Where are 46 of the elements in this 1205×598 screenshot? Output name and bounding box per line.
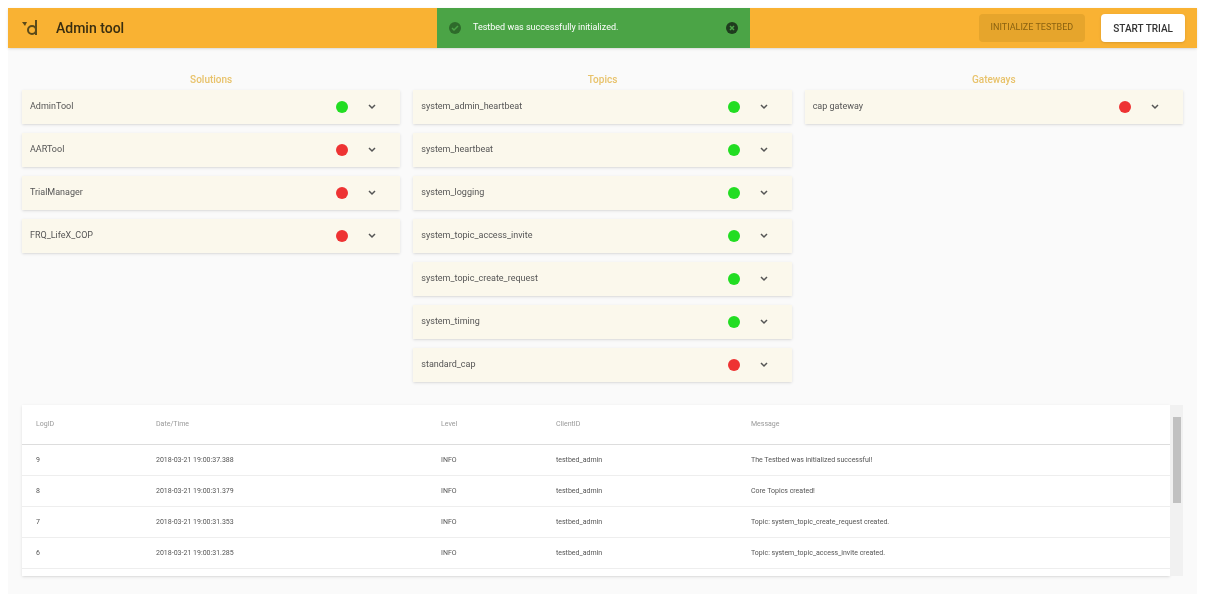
item-name: system_heartbeat [421,143,495,157]
item-name: FRQ_LifeX_COP [30,229,95,243]
check-circle-icon [449,22,461,34]
item-name: standard_cap [421,358,477,372]
item-name: TrialManager [30,186,84,200]
chevron-down-icon[interactable] [1151,104,1159,110]
chevron-down-icon[interactable] [759,233,768,239]
status-card[interactable]: cap gateway [804,90,1183,124]
status-card[interactable]: AARTool [22,133,401,167]
close-icon[interactable] [726,22,738,34]
item-name: system_topic_create_request [421,272,539,286]
status-card[interactable]: system_heartbeat [413,133,792,167]
item-name: AdminTool [30,100,75,114]
chevron-down-icon[interactable] [759,104,768,110]
item-name: system_timing [421,315,481,329]
scrollbar[interactable] [1170,405,1183,576]
chevron-down-icon[interactable] [759,276,768,282]
status-card[interactable]: AdminTool [22,90,401,124]
status-card[interactable]: FRQ_LifeX_COP [22,219,401,253]
item-name: AARTool [30,143,66,157]
chevron-down-icon[interactable] [368,104,377,110]
status-card[interactable]: system_topic_access_invite [413,219,792,253]
header-button[interactable]: START TRIAL [1101,14,1185,42]
chevron-down-icon[interactable] [368,190,377,196]
chevron-down-icon[interactable] [759,362,768,368]
app-title: Admin tool [56,18,125,38]
status-card[interactable]: system_topic_create_request [413,262,792,296]
logo-icon [20,18,40,38]
status-card[interactable]: system_timing [413,305,792,339]
item-name: system_admin_heartbeat [421,100,524,114]
toast-message: Testbed was successfully initialized. [473,21,620,35]
status-card[interactable]: TrialManager [22,176,401,210]
status-card[interactable]: standard_cap [413,348,792,382]
status-card[interactable]: system_logging [413,176,792,210]
column-heading: Topics [586,73,619,87]
column-heading: Solutions [189,73,234,87]
item-name: system_logging [421,186,486,200]
item-name: system_topic_access_invite [421,229,534,243]
chevron-down-icon[interactable] [368,233,377,239]
chevron-down-icon[interactable] [759,190,768,196]
item-name: cap gateway [812,100,865,114]
status-card[interactable]: system_admin_heartbeat [413,90,792,124]
chevron-down-icon[interactable] [368,147,377,153]
chevron-down-icon[interactable] [759,319,768,325]
chevron-down-icon[interactable] [759,147,768,153]
column-heading: Gateways [971,73,1017,87]
